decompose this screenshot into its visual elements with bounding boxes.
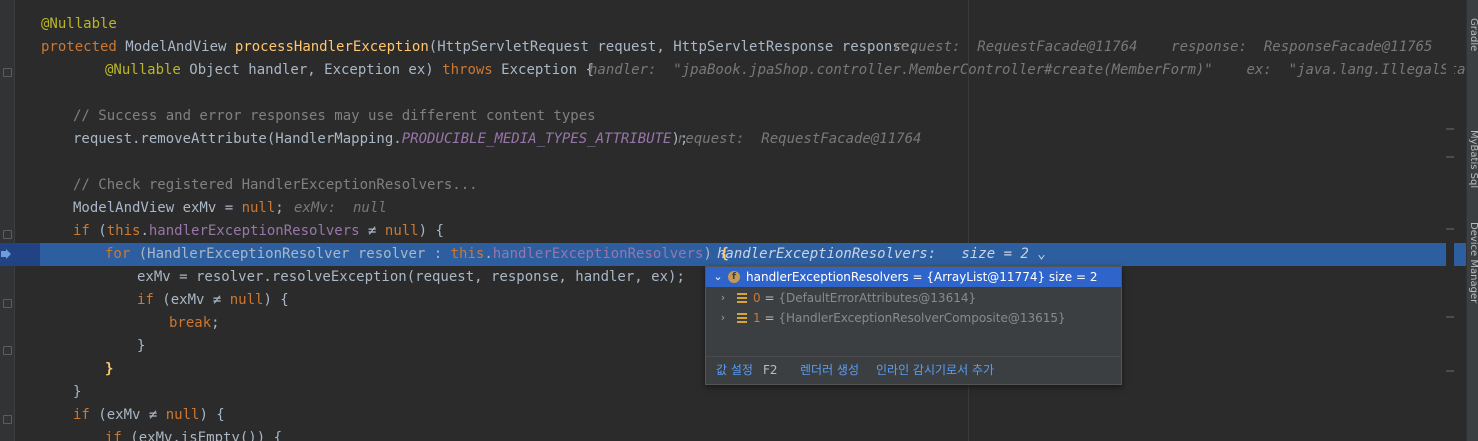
keyword: null [384, 223, 419, 239]
field-icon: f [728, 271, 740, 283]
code-line[interactable]: ModelAndView exMv = null; exMv: null [0, 197, 1466, 220]
annotation: @Nullable [41, 16, 117, 32]
execution-point-icon [1, 249, 11, 259]
create-renderer-link[interactable]: 렌더러 생성 [800, 357, 859, 384]
chevron-right-icon[interactable]: › [718, 308, 728, 328]
keyword: break [169, 315, 212, 331]
keyword: this [106, 223, 141, 239]
static-field: PRODUCIBLE_MEDIA_TYPES_ATTRIBUTE [401, 131, 672, 147]
code-line[interactable]: protected ModelAndView processHandlerExc… [0, 36, 1466, 59]
comment: // Success and error responses may use d… [73, 108, 596, 124]
keyword: null [229, 292, 264, 308]
code-line[interactable]: @Nullable [0, 13, 1466, 36]
inline-debug-value[interactable]: exMv: null [294, 197, 387, 220]
return-type: ModelAndView [125, 39, 227, 55]
popup-child-node[interactable]: › 1 = {HandlerExceptionResolverComposite… [706, 308, 1121, 328]
item-index: 0 [753, 291, 761, 305]
current-execution-line[interactable]: for (HandlerExceptionResolver resolver :… [0, 243, 1466, 266]
list-item-icon [737, 293, 747, 303]
tool-tab-mybatis[interactable]: MyBatis Sql [1468, 130, 1478, 188]
item-index: 1 [753, 311, 761, 325]
code-line[interactable]: request.removeAttribute(HandlerMapping.P… [0, 128, 1466, 151]
keyword: null [241, 200, 276, 216]
parameters: Object handler, Exception ex) [180, 62, 443, 78]
code-line[interactable]: @Nullable Object handler, Exception ex) … [0, 59, 1466, 82]
field: handlerExceptionResolvers [492, 246, 704, 262]
popup-child-node[interactable]: › 0 = {DefaultErrorAttributes@13614} [706, 288, 1121, 308]
add-inline-watch-link[interactable]: 인라인 감시기로서 추가 [876, 357, 994, 384]
keyword: protected [41, 39, 117, 55]
keyword: throws [442, 62, 493, 78]
popup-root-node[interactable]: ⌄ f handlerExceptionResolvers = {ArrayLi… [706, 267, 1121, 287]
set-value-link[interactable]: 값 설정 [716, 357, 753, 384]
field: handlerExceptionResolvers [148, 223, 360, 239]
code-line[interactable]: if (exMv.isEmpty()) { [0, 427, 1466, 441]
shortcut-hint: F2 [763, 363, 778, 377]
tool-tab-gradle[interactable]: Gradle [1468, 18, 1478, 51]
inline-debug-value[interactable]: handlerExceptionResolvers: size = 2 ⌄ [717, 243, 1046, 266]
inline-debug-value[interactable]: request: RequestFacade@11764 [677, 128, 921, 151]
keyword: if [73, 223, 90, 239]
chevron-right-icon[interactable]: › [718, 288, 728, 308]
tool-tab-device-manager[interactable]: Device Manager [1468, 222, 1478, 303]
right-tool-sidebar: Gradle MyBatis Sql Device Manager [1466, 0, 1478, 441]
code-line[interactable]: // Check registered HandlerExceptionReso… [0, 174, 1466, 197]
parameters: (HttpServletRequest request, HttpServlet… [428, 39, 918, 55]
chevron-down-icon[interactable]: ⌄ [713, 267, 723, 287]
inline-debug-value[interactable]: request: RequestFacade@11764 response: R… [893, 36, 1432, 59]
keyword: if [137, 292, 154, 308]
keyword: this [450, 246, 485, 262]
variable-inspector-popup[interactable]: ⌄ f handlerExceptionResolvers = {ArrayLi… [705, 266, 1122, 385]
keyword: null [165, 407, 200, 423]
code-line[interactable]: if (exMv ≠ null) { [0, 404, 1466, 427]
keyword: for [105, 246, 131, 262]
error-stripe[interactable] [1446, 0, 1454, 441]
popup-root-label: handlerExceptionResolvers = {ArrayList@1… [746, 270, 1098, 284]
inline-debug-value[interactable]: handler: "jpaBook.jpaShop.controller.Mem… [589, 59, 1466, 82]
keyword: if [105, 430, 122, 441]
annotation: @Nullable [105, 62, 181, 78]
comment: // Check registered HandlerExceptionReso… [73, 177, 478, 193]
matched-brace: } [105, 361, 114, 377]
popup-footer: 값 설정 F2 렌더러 생성 인라인 감시기로서 추가 [706, 356, 1121, 384]
list-item-icon [737, 313, 747, 323]
item-value: {DefaultErrorAttributes@13614} [778, 291, 977, 305]
code-line[interactable]: // Success and error responses may use d… [0, 105, 1466, 128]
keyword: if [73, 407, 90, 423]
code-line[interactable]: if (this.handlerExceptionResolvers ≠ nul… [0, 220, 1466, 243]
item-value: {HandlerExceptionResolverComposite@13615… [778, 311, 1066, 325]
method-name: processHandlerException [234, 39, 429, 55]
